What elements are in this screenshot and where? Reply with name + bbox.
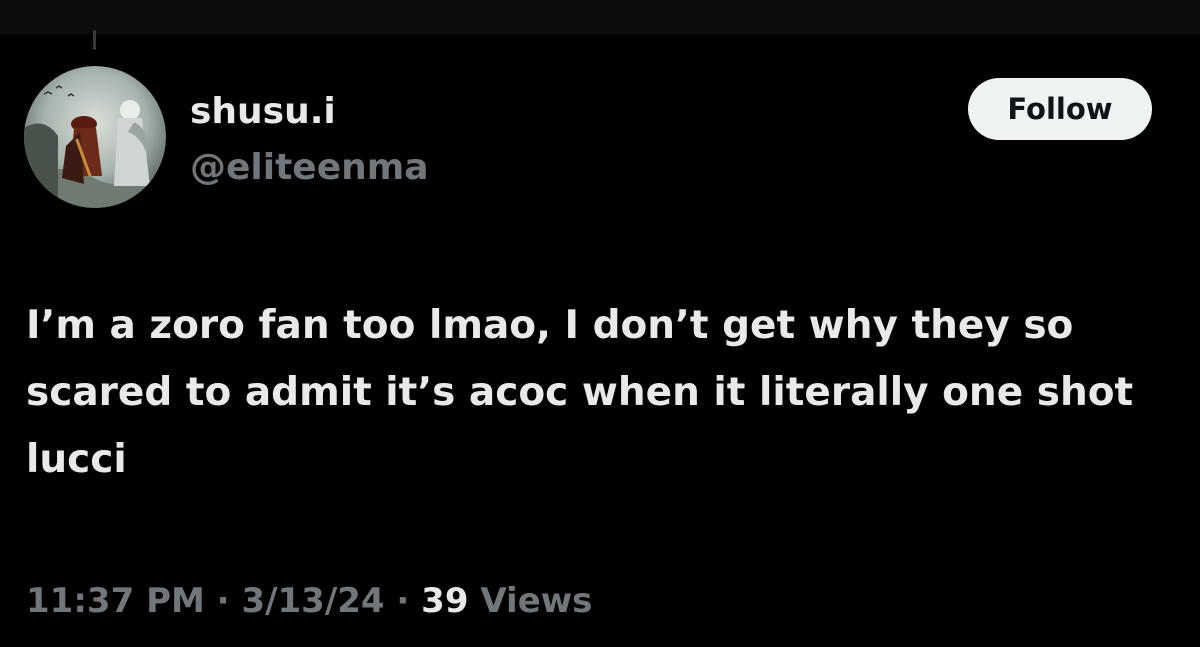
avatar[interactable]	[24, 66, 166, 208]
profile-artwork-icon	[24, 66, 166, 208]
separator-dot: ·	[216, 581, 230, 621]
tweet-body-text: I’m a zoro fan too lmao, I don’t get why…	[26, 303, 1134, 482]
tweet-date[interactable]: 3/13/24	[241, 581, 384, 621]
author-handle[interactable]: @eliteenma	[190, 146, 429, 190]
author-display-name[interactable]: shusu.i	[190, 90, 336, 134]
tweet-detail-view: shusu.i @eliteenma Follow I’m a zoro fan…	[0, 0, 1200, 647]
views-label: Views	[480, 581, 593, 621]
thread-connector-line	[93, 30, 96, 50]
tweet-time[interactable]: 11:37 PM	[26, 581, 205, 621]
follow-button[interactable]: Follow	[968, 78, 1152, 140]
separator-dot: ·	[396, 581, 410, 621]
tweet-metadata: 11:37 PM · 3/13/24 · 39 Views	[26, 576, 592, 626]
views-count[interactable]: 39	[421, 581, 468, 621]
top-strip	[0, 0, 1200, 34]
